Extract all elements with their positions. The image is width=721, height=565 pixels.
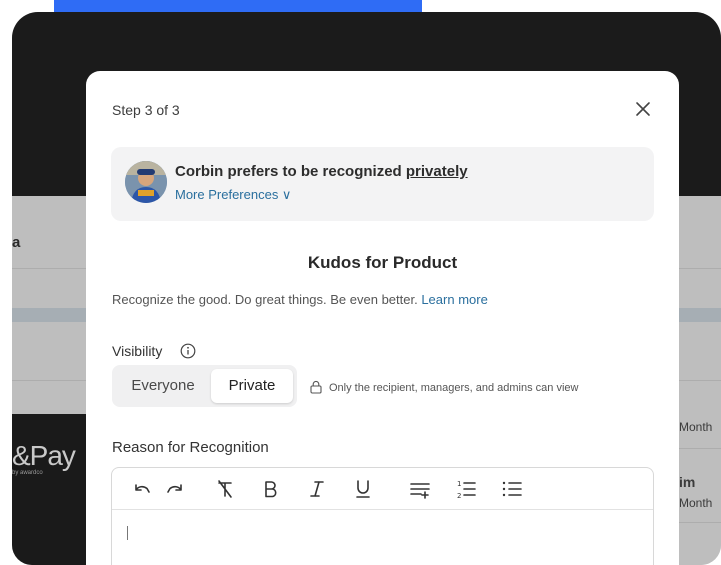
background-text: a [12, 234, 21, 251]
page-title: Kudos for Product [307, 253, 458, 272]
recognition-modal: Step 3 of 3 Corbin prefers to be recogni… [86, 71, 679, 565]
svg-text:2: 2 [457, 492, 461, 500]
visibility-option-private[interactable]: Private [211, 369, 293, 403]
italic-icon[interactable] [305, 477, 329, 501]
undo-icon[interactable] [130, 477, 154, 501]
reason-editor[interactable]: 12 [111, 467, 654, 565]
promo-panel [12, 414, 88, 565]
svg-text:1: 1 [457, 480, 461, 488]
indent-icon[interactable] [408, 477, 432, 501]
close-icon[interactable] [633, 99, 653, 119]
bold-icon[interactable] [259, 477, 283, 501]
background-text: im [679, 474, 696, 490]
learn-more-link[interactable]: Learn more [421, 292, 487, 307]
underline-icon[interactable] [351, 477, 375, 501]
pay-logo-sub: by awardco [12, 470, 43, 476]
subtitle-text: Recognize the good. Do great things. Be … [112, 292, 418, 307]
background-text: Month [679, 496, 713, 510]
ordered-list-icon[interactable]: 12 [454, 477, 478, 501]
preference-banner: Corbin prefers to be recognized privatel… [111, 147, 654, 221]
redo-icon[interactable] [163, 477, 187, 501]
subtitle: Recognize the good. Do great things. Be … [112, 292, 488, 307]
lock-icon [309, 380, 323, 394]
preference-text: Corbin prefers to be recognized privatel… [175, 163, 468, 180]
visibility-option-everyone[interactable]: Everyone [116, 369, 210, 403]
step-indicator: Step 3 of 3 [112, 102, 180, 118]
background-text: Month [679, 420, 713, 434]
visibility-note: Only the recipient, managers, and admins… [329, 382, 579, 394]
clear-format-icon[interactable] [213, 477, 237, 501]
top-bar-accent [54, 0, 422, 12]
preference-text-emphasis: privately [405, 163, 468, 180]
visibility-toggle: Everyone Private [112, 365, 297, 407]
bullet-list-icon[interactable] [500, 477, 524, 501]
more-preferences-link[interactable]: More Preferences ∨ [175, 187, 291, 203]
reason-label: Reason for Recognition [112, 439, 269, 456]
visibility-label: Visibility [112, 343, 163, 359]
preference-text-prefix: Corbin prefers to be recognized [175, 163, 406, 180]
info-icon[interactable] [180, 343, 196, 359]
avatar [125, 161, 167, 203]
editor-toolbar: 12 [112, 468, 653, 510]
text-caret [127, 526, 128, 540]
pay-logo: &Pay [12, 440, 76, 471]
